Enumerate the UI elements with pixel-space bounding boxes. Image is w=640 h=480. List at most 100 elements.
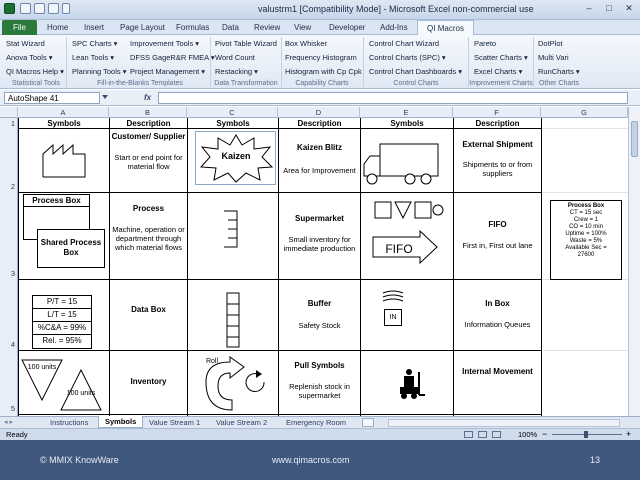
- runcharts-button[interactable]: RunCharts ▾: [538, 67, 580, 76]
- page-break-view-icon[interactable]: [492, 431, 501, 438]
- maximize-button[interactable]: □: [600, 2, 618, 16]
- sheet-tab-emergency-room[interactable]: Emergency Room: [286, 417, 346, 428]
- word-count-button[interactable]: Word Count: [215, 53, 255, 62]
- column-header[interactable]: E: [360, 107, 453, 118]
- project-management-button[interactable]: Project Management ▾: [130, 67, 205, 76]
- truck-icon[interactable]: [362, 142, 442, 186]
- header-symbols[interactable]: Symbols: [19, 119, 109, 128]
- scatter-charts-button[interactable]: Scatter Charts ▾: [474, 53, 528, 62]
- worksheet-grid[interactable]: Symbols Description Symbols Description …: [18, 118, 628, 416]
- tab-file[interactable]: File: [2, 20, 37, 35]
- tab-view[interactable]: View: [294, 22, 311, 34]
- name-box[interactable]: AutoShape 41: [4, 92, 100, 104]
- column-header[interactable]: D: [278, 107, 360, 118]
- tab-page-layout[interactable]: Page Layout: [120, 22, 165, 34]
- tab-formulas[interactable]: Formulas: [176, 22, 209, 34]
- scroll-thumb[interactable]: [631, 121, 638, 157]
- row-header[interactable]: 2: [0, 182, 18, 191]
- normal-view-icon[interactable]: [464, 431, 473, 438]
- tab-review[interactable]: Review: [254, 22, 280, 34]
- fifo-title[interactable]: FIFO: [454, 220, 541, 229]
- buffer-title[interactable]: Buffer: [279, 299, 360, 308]
- lean-tools-button[interactable]: Lean Tools ▾: [72, 53, 114, 62]
- minimize-button[interactable]: –: [580, 2, 598, 16]
- header-description[interactable]: Description: [279, 119, 360, 128]
- factory-icon[interactable]: [42, 142, 86, 178]
- column-header[interactable]: F: [453, 107, 541, 118]
- control-chart-dashboards-button[interactable]: Control Chart Dashboards ▾: [369, 67, 462, 76]
- tab-add-ins[interactable]: Add-Ins: [380, 22, 408, 34]
- frequency-histogram-button[interactable]: Frequency Histogram: [285, 53, 357, 62]
- sheet-tab-instructions[interactable]: Instructions: [50, 417, 88, 428]
- chevron-down-icon[interactable]: [102, 95, 108, 99]
- improvement-tools-button[interactable]: Improvement Tools ▾: [130, 39, 199, 48]
- shared-process-box-symbol[interactable]: Shared Process Box: [37, 229, 105, 268]
- internal-title[interactable]: Internal Movement: [454, 367, 541, 376]
- redo-icon[interactable]: [48, 3, 59, 14]
- zoom-level[interactable]: 100%: [518, 430, 537, 440]
- in-box-symbol[interactable]: IN: [384, 309, 402, 326]
- pull-title[interactable]: Pull Symbols: [279, 361, 360, 370]
- control-charts-spc-button[interactable]: Control Charts (SPC) ▾: [369, 53, 446, 62]
- undo-icon[interactable]: [34, 3, 45, 14]
- header-description[interactable]: Description: [110, 119, 187, 128]
- horizontal-scrollbar[interactable]: [388, 419, 620, 427]
- customer-desc[interactable]: Start or end point for material flow: [110, 153, 187, 171]
- pivot-table-wizard-button[interactable]: Pivot Table Wizard: [215, 39, 277, 48]
- column-header[interactable]: G: [541, 107, 628, 118]
- pull-desc[interactable]: Replenish stock in supermarket: [279, 382, 360, 400]
- customer-title[interactable]: Customer/ Supplier: [110, 132, 187, 141]
- process-title[interactable]: Process: [110, 204, 187, 213]
- header-description[interactable]: Description: [454, 119, 541, 128]
- sheet-tab-value-stream-1[interactable]: Value Stream 1: [149, 417, 200, 428]
- fifo-lane-shapes-icon[interactable]: [374, 200, 444, 220]
- row-header[interactable]: 3: [0, 269, 18, 278]
- planning-tools-button[interactable]: Planning Tools ▾: [72, 67, 127, 76]
- signal-waves-icon[interactable]: [380, 289, 406, 305]
- control-chart-wizard-button[interactable]: Control Chart Wizard: [369, 39, 439, 48]
- forklift-icon[interactable]: [398, 368, 426, 400]
- inbox-title[interactable]: In Box: [454, 299, 541, 308]
- sheet-tab-symbols[interactable]: Symbols: [98, 416, 144, 428]
- tab-qi-macros[interactable]: QI Macros 2011: [417, 20, 474, 48]
- page-layout-view-icon[interactable]: [478, 431, 487, 438]
- save-icon[interactable]: [20, 3, 31, 14]
- zoom-out-button[interactable]: −: [542, 429, 547, 439]
- kaizen-desc[interactable]: Area for Improvement: [279, 166, 360, 175]
- zoom-slider-thumb[interactable]: [584, 431, 588, 438]
- stat-wizard-button[interactable]: Stat Wizard: [6, 39, 45, 48]
- column-header[interactable]: A: [18, 107, 109, 118]
- inventory-title[interactable]: Inventory: [110, 377, 187, 386]
- fifo-desc[interactable]: First in, First out lane: [454, 241, 541, 250]
- dfss-gagerr-fmea-button[interactable]: DFSS GageR&R FMEA ▾: [130, 53, 215, 62]
- sheet-tab-value-stream-2[interactable]: Value Stream 2: [216, 417, 267, 428]
- tab-home[interactable]: Home: [47, 22, 68, 34]
- anova-tools-button[interactable]: Anova Tools ▾: [6, 53, 53, 62]
- multi-vari-button[interactable]: Multi Vari: [538, 53, 569, 62]
- tab-insert[interactable]: Insert: [84, 22, 104, 34]
- formula-input[interactable]: [158, 92, 628, 104]
- external-title[interactable]: External Shipment: [454, 140, 541, 149]
- histogram-cp-cpk-button[interactable]: Histogram with Cp Cpk: [285, 67, 362, 76]
- insert-sheet-icon[interactable]: [362, 418, 374, 427]
- column-header[interactable]: B: [109, 107, 187, 118]
- spc-charts-button[interactable]: SPC Charts ▾: [72, 39, 117, 48]
- header-symbols[interactable]: Symbols: [361, 119, 453, 128]
- row-header[interactable]: 1: [0, 119, 18, 128]
- inbox-desc[interactable]: Information Queues: [454, 320, 541, 329]
- tab-scroll-arrows-icon[interactable]: ◂ ▸: [4, 417, 13, 428]
- kaizen-shape-label[interactable]: Kaizen: [202, 152, 270, 161]
- databox-title[interactable]: Data Box: [110, 305, 187, 314]
- supermarket-desc[interactable]: Small inventory for immediate production: [279, 235, 360, 253]
- qi-macros-help-button[interactable]: QI Macros Help ▾: [6, 67, 64, 76]
- row-header[interactable]: 4: [0, 340, 18, 349]
- pareto-button[interactable]: Pareto: [474, 39, 496, 48]
- restacking-button[interactable]: Restacking ▾: [215, 67, 258, 76]
- process-box-data-panel[interactable]: Process Box CT = 15 sec Crew = 1 CO = 10…: [550, 200, 622, 280]
- header-symbols[interactable]: Symbols: [188, 119, 278, 128]
- column-header[interactable]: C: [187, 107, 278, 118]
- buffer-desc[interactable]: Safety Stock: [279, 321, 360, 330]
- box-whisker-button[interactable]: Box Whisker: [285, 39, 327, 48]
- external-desc[interactable]: Shipments to or from suppliers: [454, 160, 541, 178]
- data-box-symbol[interactable]: P/T = 15 L/T = 15 %C&A = 99% Rel. = 95%: [32, 295, 92, 349]
